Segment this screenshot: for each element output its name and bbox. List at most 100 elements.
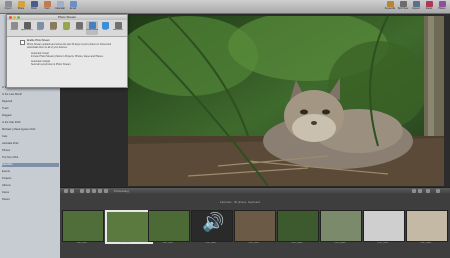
import-button[interactable]: Import bbox=[2, 0, 14, 13]
filmstrip-thumbnail[interactable] bbox=[62, 210, 104, 242]
zoom-window-button[interactable] bbox=[17, 16, 20, 19]
preferences-window: Photo Stream General Appearance Import Expo… bbox=[6, 14, 128, 88]
main-photo[interactable] bbox=[128, 16, 444, 186]
split-view-button[interactable]: Split View bbox=[397, 0, 409, 13]
automatic-upload-description: Send all new photos to Photo Stream. bbox=[31, 63, 72, 66]
filmstrip-thumbnail[interactable] bbox=[363, 210, 405, 242]
photo-stream-description: Photo Stream uploads and stores the last… bbox=[27, 43, 112, 49]
viewer-control-bar: Processing bbox=[60, 187, 450, 195]
toolbar-label: Share bbox=[17, 7, 25, 10]
tab-export[interactable]: Export bbox=[47, 21, 59, 35]
email-button[interactable]: Email bbox=[67, 0, 79, 13]
tab-general[interactable]: General bbox=[8, 21, 20, 35]
processing-status: Processing bbox=[114, 189, 129, 193]
rotate-left-button[interactable] bbox=[64, 189, 68, 193]
share-button[interactable]: Share bbox=[15, 0, 27, 13]
calendar-button[interactable]: Calendar bbox=[54, 0, 66, 13]
sidebar-item-trip-nov-2012[interactable]: Trip Nov 2012 bbox=[2, 156, 59, 160]
tab-previews[interactable]: Previews bbox=[73, 21, 85, 35]
thumbnail-label: DSC_8040 bbox=[291, 242, 303, 244]
sidebar-item-favorites[interactable]: Favorites bbox=[2, 163, 59, 167]
filmstrip-toggle-button[interactable] bbox=[436, 189, 440, 193]
tab-label: General bbox=[10, 29, 18, 31]
inspect-button[interactable]: Inspect bbox=[410, 0, 422, 13]
enable-photo-stream-label: Enable Photo Stream bbox=[27, 39, 50, 42]
previews-icon bbox=[75, 22, 83, 29]
sidebar-item-cats[interactable]: Cats bbox=[2, 135, 59, 139]
import-icon bbox=[36, 22, 44, 29]
filmstrip-caption: Favorites · 30 photos, Keyboard bbox=[220, 200, 260, 204]
straighten-button[interactable] bbox=[86, 189, 90, 193]
tab-photo-stream[interactable]: Photo Stream bbox=[86, 21, 98, 35]
sidebar-item-in-the-oak-2012[interactable]: In the Oak 2012 bbox=[2, 121, 59, 125]
filmstrip-thumbnail[interactable] bbox=[277, 210, 319, 242]
sidebar-item-trash[interactable]: Trash bbox=[2, 107, 59, 111]
tab-label: Export bbox=[49, 29, 57, 31]
sidebar-item-events[interactable]: Events bbox=[2, 170, 59, 174]
photo-stream-icon bbox=[88, 22, 96, 29]
tab-advanced[interactable]: Advanced bbox=[112, 21, 124, 35]
filmstrip-thumbnail[interactable] bbox=[105, 210, 153, 244]
thumbnail-label: DSC_8037 bbox=[248, 242, 260, 244]
toolbar-label: Faces bbox=[425, 7, 433, 10]
general-icon bbox=[10, 22, 18, 29]
retouch-button[interactable] bbox=[92, 189, 96, 193]
appearance-icon bbox=[23, 22, 31, 29]
tab-label: Appearance bbox=[21, 29, 33, 31]
sidebar-item-in-the-last-month[interactable]: In the Last Month bbox=[2, 93, 59, 97]
preferences-tab-bar: General Appearance Import Export Labels Previ… bbox=[7, 20, 127, 37]
sidebar-item-australia-2012[interactable]: Australia 2012 bbox=[2, 142, 59, 146]
filmstrip-thumbnail[interactable] bbox=[148, 210, 190, 242]
sidebar-item-michael-y-maria-agosto-2012[interactable]: Michael y Maria Agosto 2012 bbox=[2, 128, 59, 132]
full-screen-button[interactable] bbox=[418, 189, 422, 193]
minimize-window-button[interactable] bbox=[13, 16, 16, 19]
card-button[interactable]: Card bbox=[41, 0, 53, 13]
tab-appearance[interactable]: Appearance bbox=[21, 21, 33, 35]
filmstrip-thumbnail[interactable] bbox=[234, 210, 276, 242]
advanced-icon bbox=[114, 22, 122, 29]
sidebar-item-photos[interactable]: Photos bbox=[2, 149, 59, 153]
rotate-right-button[interactable] bbox=[70, 189, 74, 193]
thumbnail-label: DSC_8011 bbox=[76, 242, 88, 244]
filmstrip-thumbnail[interactable] bbox=[320, 210, 362, 242]
lynx-photo-image bbox=[128, 16, 444, 186]
tab-label: Web bbox=[102, 29, 108, 31]
sidebar-item-rejected[interactable]: Rejected bbox=[2, 100, 59, 104]
lift-stamp-button[interactable] bbox=[104, 189, 108, 193]
close-window-button[interactable] bbox=[9, 16, 12, 19]
toolbar-label: Keywords bbox=[384, 7, 396, 10]
red-eye-button[interactable] bbox=[98, 189, 102, 193]
sidebar-item-albums[interactable]: Albums bbox=[2, 184, 59, 188]
places-button[interactable]: Places bbox=[436, 0, 448, 13]
tab-label: Advanced bbox=[113, 29, 123, 31]
thumbnail-label: DSC_8061 bbox=[420, 242, 432, 244]
filmstrip: Favorites · 30 photos, Keyboard DSC_8011… bbox=[60, 195, 450, 258]
filmstrip-thumbnail[interactable] bbox=[406, 210, 448, 242]
faces-button[interactable]: Faces bbox=[423, 0, 435, 13]
thumbnail-label: DSC_8031 bbox=[205, 242, 217, 244]
enable-photo-stream-checkbox[interactable] bbox=[20, 40, 25, 45]
toolbar-label: Import bbox=[4, 7, 12, 10]
sidebar-item-faces[interactable]: Faces bbox=[2, 191, 59, 195]
toolbar-label: Book bbox=[31, 7, 37, 10]
sidebar-item-flagged[interactable]: Flagged bbox=[2, 114, 59, 118]
sidebar-item-places[interactable]: Places bbox=[2, 198, 59, 202]
tab-labels[interactable]: Labels bbox=[60, 21, 72, 35]
zoom-slider[interactable] bbox=[426, 189, 430, 193]
web-icon bbox=[101, 22, 109, 29]
book-button[interactable]: Book bbox=[28, 0, 40, 13]
tab-label: Import bbox=[36, 29, 44, 31]
tab-import[interactable]: Import bbox=[34, 21, 46, 35]
compare-button[interactable] bbox=[412, 189, 416, 193]
sidebar-item-projects[interactable]: Projects bbox=[2, 177, 59, 181]
photo-stream-settings: Enable Photo Stream Photo Stream uploads… bbox=[7, 37, 127, 87]
tab-web[interactable]: Web bbox=[99, 21, 111, 35]
thumbnail-label: DSC_8021 bbox=[162, 242, 174, 244]
toolbar-label: Split View bbox=[397, 7, 409, 10]
crop-button[interactable] bbox=[80, 189, 84, 193]
labels-icon bbox=[62, 22, 70, 29]
keywords-button[interactable]: Keywords bbox=[384, 0, 396, 13]
toolbar-label: Email bbox=[70, 7, 76, 10]
toolbar-label: Calendar bbox=[55, 7, 65, 10]
automatic-import-description: Include Photo Stream photos in Projects,… bbox=[31, 55, 104, 58]
